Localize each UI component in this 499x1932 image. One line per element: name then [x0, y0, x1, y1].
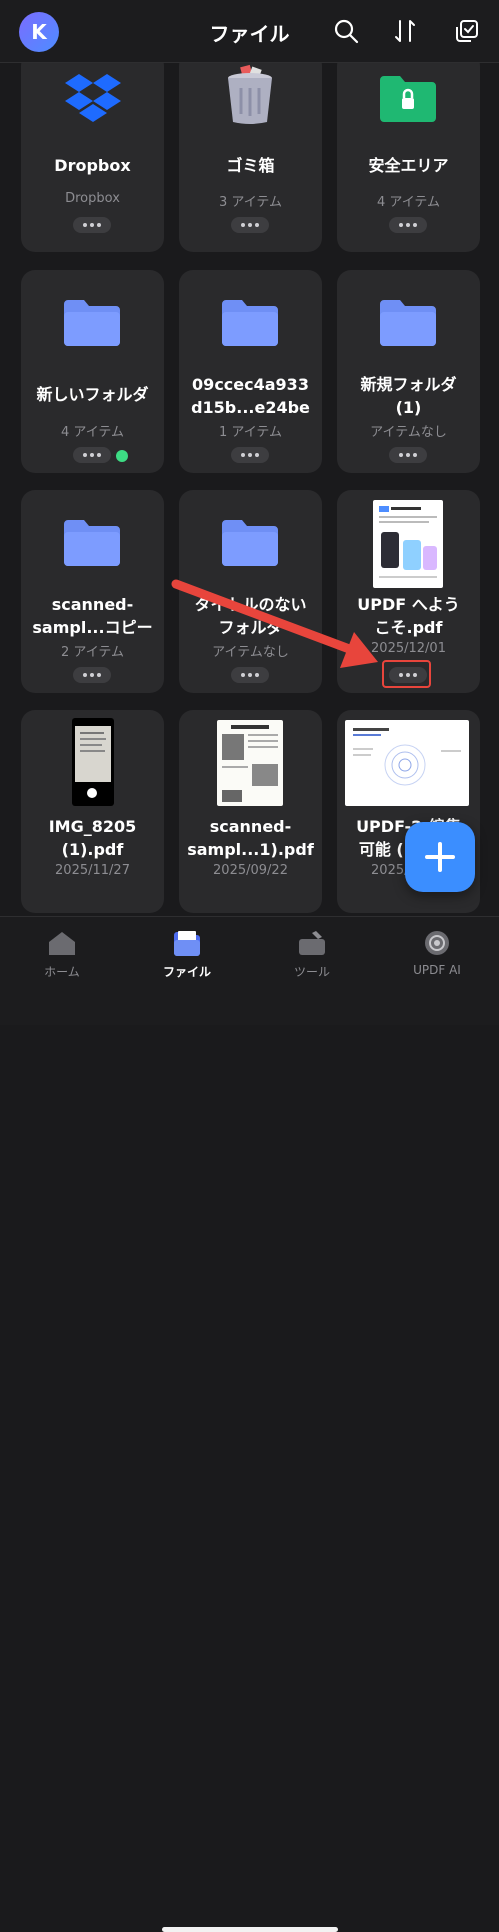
tab-tools[interactable]: ツール	[262, 929, 362, 980]
dropbox-icon	[65, 74, 121, 122]
pdf-thumbnail	[217, 720, 283, 806]
plus-icon	[425, 842, 455, 872]
item-card-folder[interactable]: scanned- sampl...コピー 2 アイテム	[21, 490, 164, 693]
item-name: タイトルのない フォルダ	[194, 595, 307, 637]
tab-label: ツール	[293, 965, 330, 979]
secure-folder-icon	[380, 76, 436, 122]
item-card-dropbox[interactable]: Dropbox Dropbox	[21, 62, 164, 252]
item-meta: 1 アイテム	[218, 425, 283, 440]
more-button[interactable]	[231, 667, 269, 683]
pdf-thumbnail	[345, 720, 469, 806]
item-name: 新規フォルダ (1)	[360, 375, 457, 417]
sync-status-dot	[116, 450, 128, 462]
item-meta: アイテムなし	[212, 645, 289, 660]
tab-label: UPDF AI	[413, 963, 461, 977]
more-button[interactable]	[73, 447, 111, 463]
item-meta: 2025/12/01	[371, 641, 446, 656]
item-card-folder[interactable]: 新しいフォルダ 4 アイテム	[21, 270, 164, 473]
tab-files[interactable]: ファイル	[137, 929, 237, 980]
item-name: ゴミ箱	[226, 156, 275, 175]
folder-icon	[222, 300, 278, 346]
sort-icon[interactable]	[392, 18, 418, 44]
pdf-thumbnail	[72, 718, 114, 806]
tab-updf-ai[interactable]: UPDF AI	[387, 929, 487, 977]
more-button[interactable]	[389, 217, 427, 233]
pdf-thumbnail	[373, 500, 443, 588]
page-title: ファイル	[209, 22, 290, 46]
avatar[interactable]: K	[19, 12, 59, 52]
more-button[interactable]	[231, 217, 269, 233]
item-card-folder[interactable]: タイトルのない フォルダ アイテムなし	[179, 490, 322, 693]
item-meta: Dropbox	[65, 191, 120, 206]
item-meta: 4 アイテム	[376, 195, 441, 210]
folder-icon	[64, 300, 120, 346]
home-icon	[49, 932, 75, 955]
item-name: UPDF へよう こそ.pdf	[357, 595, 460, 637]
home-indicator	[162, 1927, 338, 1932]
item-name: Dropbox	[54, 156, 131, 175]
item-meta: 3 アイテム	[218, 195, 283, 210]
more-button[interactable]	[73, 217, 111, 233]
trash-icon	[228, 64, 272, 124]
item-meta: 4 アイテム	[60, 425, 125, 440]
item-card-pdf[interactable]: IMG_8205 (1).pdf 2025/11/27	[21, 710, 164, 913]
item-card-secure-area[interactable]: 安全エリア 4 アイテム	[337, 62, 480, 252]
item-card-folder[interactable]: 09ccec4a933 d15b...e24be 1 アイテム	[179, 270, 322, 473]
search-icon[interactable]	[333, 18, 359, 44]
top-bar: K ファイル	[0, 0, 499, 63]
more-button[interactable]	[73, 667, 111, 683]
more-button[interactable]	[231, 447, 269, 463]
item-name: 09ccec4a933 d15b...e24be	[191, 375, 310, 417]
item-name: IMG_8205 (1).pdf	[48, 817, 137, 859]
select-icon[interactable]	[454, 18, 480, 44]
item-card-folder[interactable]: 新規フォルダ (1) アイテムなし	[337, 270, 480, 473]
folder-icon	[64, 520, 120, 566]
folder-icon	[222, 520, 278, 566]
item-meta: 2025/11/27	[55, 863, 130, 878]
tools-icon	[299, 931, 325, 955]
item-card-pdf[interactable]: scanned- sampl...1).pdf 2025/09/22	[179, 710, 322, 913]
bottom-tab-bar: ホーム ファイル ツール UPDF AI	[0, 916, 499, 1932]
file-grid: Dropbox Dropbox ゴミ箱 3 アイテム 安全エリア 4 アイテム	[0, 62, 499, 916]
item-meta: アイテムなし	[370, 425, 447, 440]
item-meta: 2 アイテム	[60, 645, 125, 660]
item-card-pdf[interactable]: UPDF へよう こそ.pdf 2025/12/01	[337, 490, 480, 693]
files-icon	[174, 931, 200, 956]
item-meta: 2025/09/22	[213, 863, 288, 878]
tab-label: ホーム	[44, 965, 80, 979]
folder-icon	[380, 300, 436, 346]
more-button[interactable]	[389, 447, 427, 463]
tab-home[interactable]: ホーム	[12, 929, 112, 980]
tab-label: ファイル	[162, 965, 211, 979]
add-button[interactable]	[405, 822, 475, 892]
item-name: scanned- sampl...1).pdf	[187, 817, 314, 859]
item-name: 新しいフォルダ	[36, 385, 149, 404]
item-name: scanned- sampl...コピー	[32, 595, 153, 637]
highlight-box	[382, 660, 431, 688]
item-name: 安全エリア	[368, 156, 449, 175]
ai-icon	[425, 931, 449, 955]
item-card-trash[interactable]: ゴミ箱 3 アイテム	[179, 62, 322, 252]
